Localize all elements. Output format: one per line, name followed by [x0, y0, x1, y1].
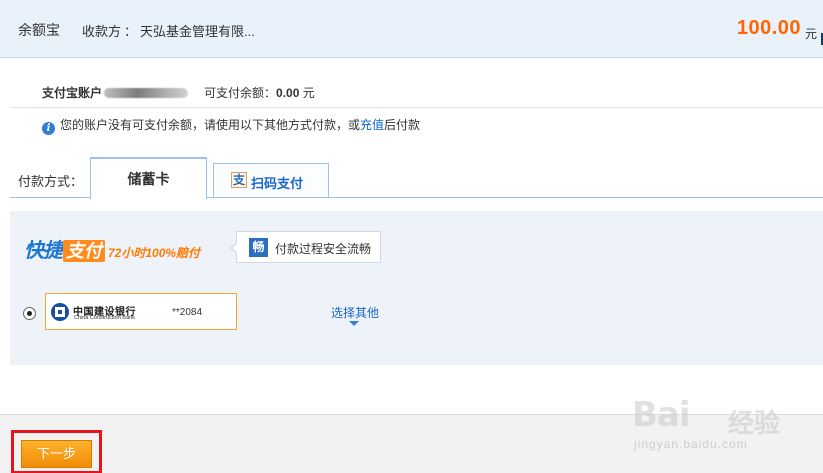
chevron-down-icon[interactable]: [349, 321, 359, 326]
tab-qr-pay[interactable]: 支 扫码支付: [213, 163, 329, 198]
smooth-icon: 畅: [249, 238, 268, 257]
masked-account-number: [104, 87, 189, 98]
balance-label: 可支付余额：: [204, 86, 277, 100]
safety-tip-notch-inner: [232, 243, 238, 253]
info-icon: i: [42, 122, 55, 135]
brand-kuai: 快捷: [24, 240, 63, 262]
balance-unit: 元: [302, 86, 315, 100]
tab-qr-pay-label: 扫码支付: [251, 176, 304, 191]
bank-card-radio[interactable]: [23, 307, 36, 320]
brand-zhifu: 支付: [63, 240, 105, 262]
footer-bar: 下一步: [0, 414, 823, 473]
account-line: 支付宝账户 可支付余额：0.00 元: [42, 84, 315, 101]
account-divider: [10, 107, 823, 108]
balance-notice: i 您的账户没有可支付余额，请使用以下其他方式付款，或充值后付款: [42, 116, 420, 135]
payment-panel: 快捷 支付 72小时100%赔付 畅 付款过程安全流畅 中国建设银行 China C…: [10, 211, 823, 365]
account-label: 支付宝账户: [42, 86, 103, 100]
safety-text: 付款过程安全流畅: [275, 242, 372, 256]
payee-label: 收款方: [82, 24, 122, 39]
safety-tip: 畅 付款过程安全流畅: [230, 231, 381, 263]
order-header: 余额宝 收款方：天弘基金管理有限... 100.00 元: [0, 0, 823, 58]
ccb-logo-icon: [51, 303, 69, 321]
notice-text-before: 您的账户没有可支付余额，请使用以下其他方式付款，或: [60, 118, 361, 132]
tab-debit-card-label: 储蓄卡: [127, 171, 170, 187]
payee-colon: ：: [124, 24, 138, 39]
order-amount: 100.00: [736, 17, 801, 39]
product-name: 余额宝: [18, 22, 60, 38]
choose-other-link[interactable]: 选择其他: [331, 304, 379, 321]
next-step-button[interactable]: 下一步: [21, 440, 92, 468]
notice-text-after: 后付款: [384, 118, 421, 132]
payee-name: 天弘基金管理有限...: [140, 24, 255, 39]
balance-value: 0.00: [276, 86, 300, 100]
amount-unit: 元: [804, 27, 817, 41]
brand-guarantee: 72小时100%赔付: [108, 246, 201, 260]
bank-name-en: China Construction Bank: [74, 315, 135, 321]
payment-method-label: 付款方式：: [18, 174, 84, 189]
recharge-link[interactable]: 充值: [360, 118, 384, 132]
express-pay-brand: 快捷 支付 72小时100%赔付: [24, 234, 200, 264]
highlight-frame: 下一步: [11, 430, 102, 473]
card-number: **2084: [172, 307, 203, 318]
payee-info: 收款方：天弘基金管理有限...: [82, 21, 255, 40]
tab-debit-card[interactable]: 储蓄卡: [90, 157, 207, 199]
bank-card-option[interactable]: 中国建设银行 China Construction Bank **2084: [45, 293, 237, 330]
alipay-icon: 支: [231, 172, 247, 188]
